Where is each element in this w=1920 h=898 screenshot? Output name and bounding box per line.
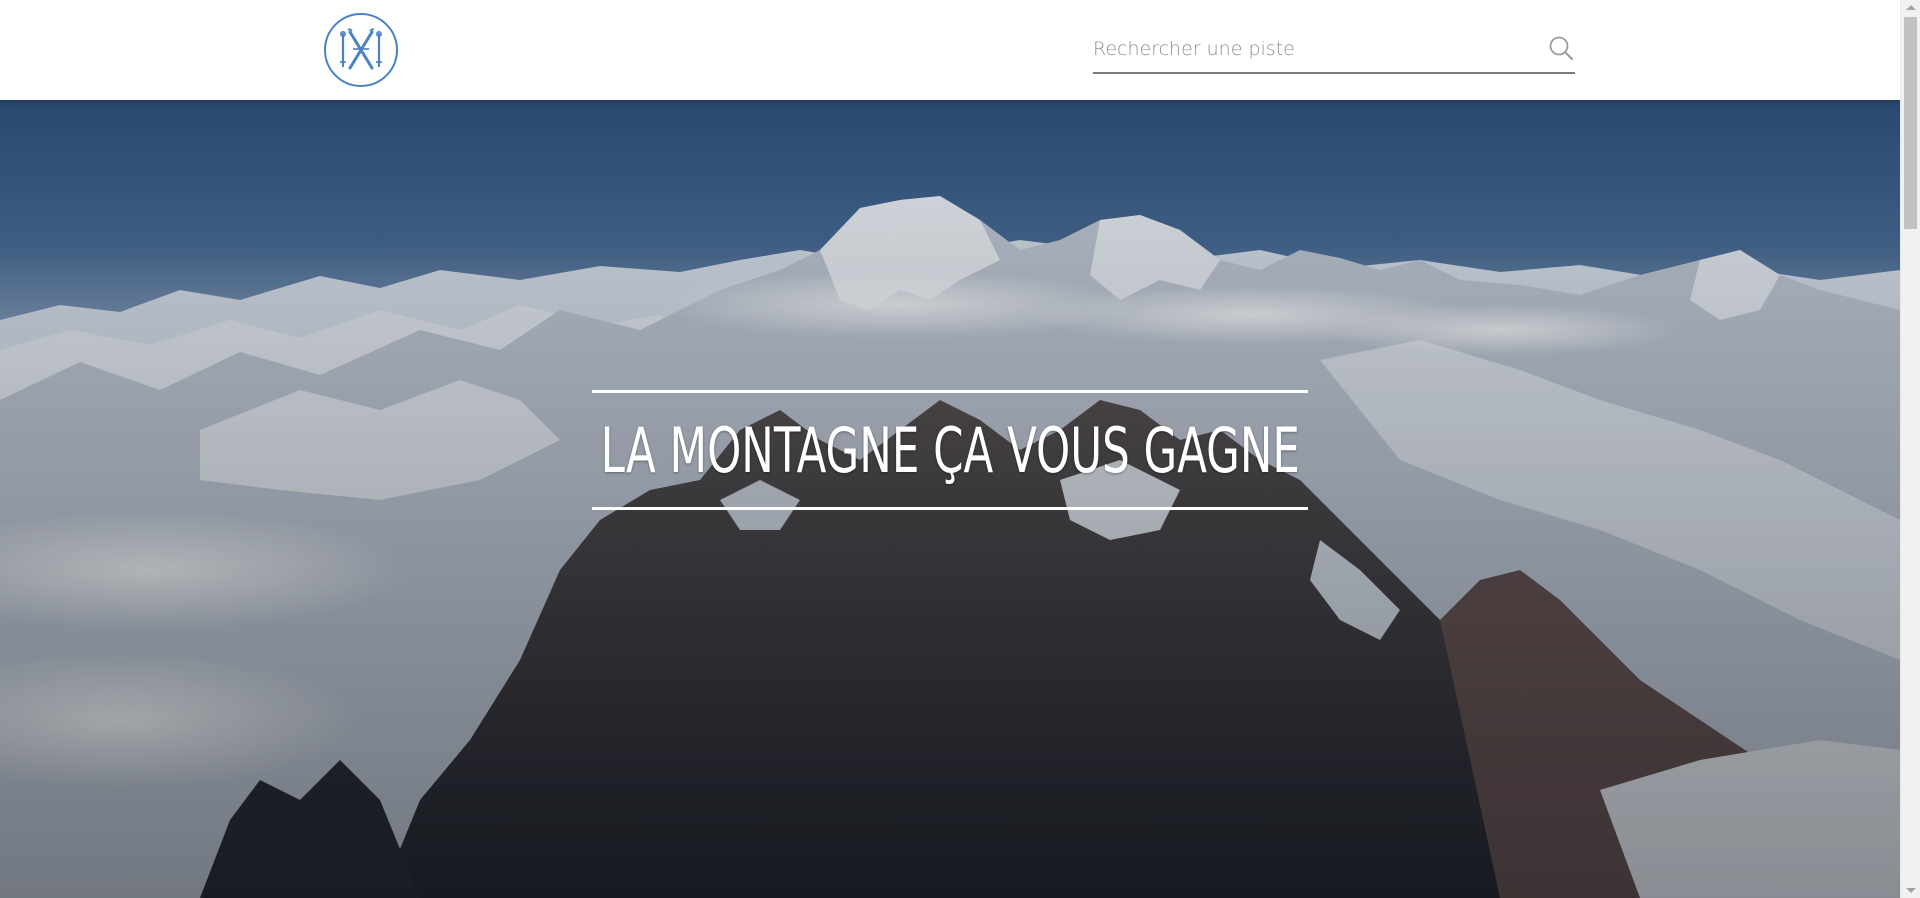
scroll-down-arrow-icon[interactable]	[1906, 888, 1916, 893]
search-bar	[1093, 26, 1575, 74]
vertical-scrollbar[interactable]	[1900, 0, 1920, 898]
search-input[interactable]	[1093, 26, 1533, 72]
site-logo[interactable]	[323, 12, 399, 88]
search-icon[interactable]	[1547, 34, 1575, 62]
scroll-up-arrow-icon[interactable]	[1906, 5, 1916, 10]
hero-title: LA MONTAGNE ÇA VOUS GAGNE	[600, 413, 1300, 487]
hero-title-frame: LA MONTAGNE ÇA VOUS GAGNE	[592, 390, 1308, 510]
scrollbar-thumb[interactable]	[1904, 17, 1917, 229]
page: LA MONTAGNE ÇA VOUS GAGNE	[0, 0, 1920, 898]
ski-crossed-poles-logo-icon	[324, 13, 398, 87]
hero-banner: LA MONTAGNE ÇA VOUS GAGNE	[0, 100, 1900, 898]
site-header	[0, 0, 1900, 100]
